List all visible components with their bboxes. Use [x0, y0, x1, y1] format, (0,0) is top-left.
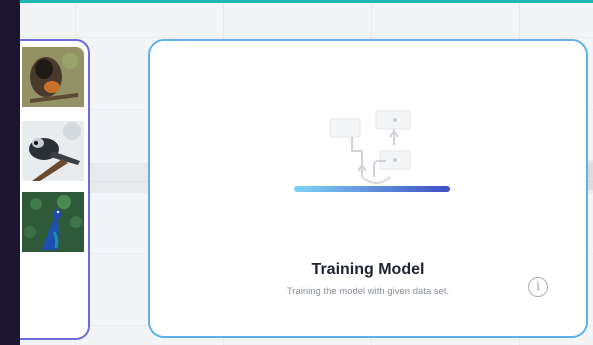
bird-photo-2-icon: [22, 121, 84, 181]
info-icon[interactable]: i: [528, 277, 548, 297]
bird-photo-1-icon: [22, 47, 84, 107]
card-title: Training Model: [311, 261, 425, 278]
training-model-card[interactable]: Training Model Training the model with g…: [148, 39, 588, 338]
canvas: Training Model Training the model with g…: [0, 0, 593, 345]
peacock-photo-icon: [22, 192, 84, 252]
card-subtitle: Training the model with given data set.: [286, 286, 450, 297]
training-diagram-icon: [294, 110, 450, 192]
training-progress-bar: [294, 186, 450, 192]
left-sidebar-strip: [0, 0, 20, 345]
right-edge-handle: [588, 160, 593, 190]
top-accent-line: [0, 0, 593, 3]
